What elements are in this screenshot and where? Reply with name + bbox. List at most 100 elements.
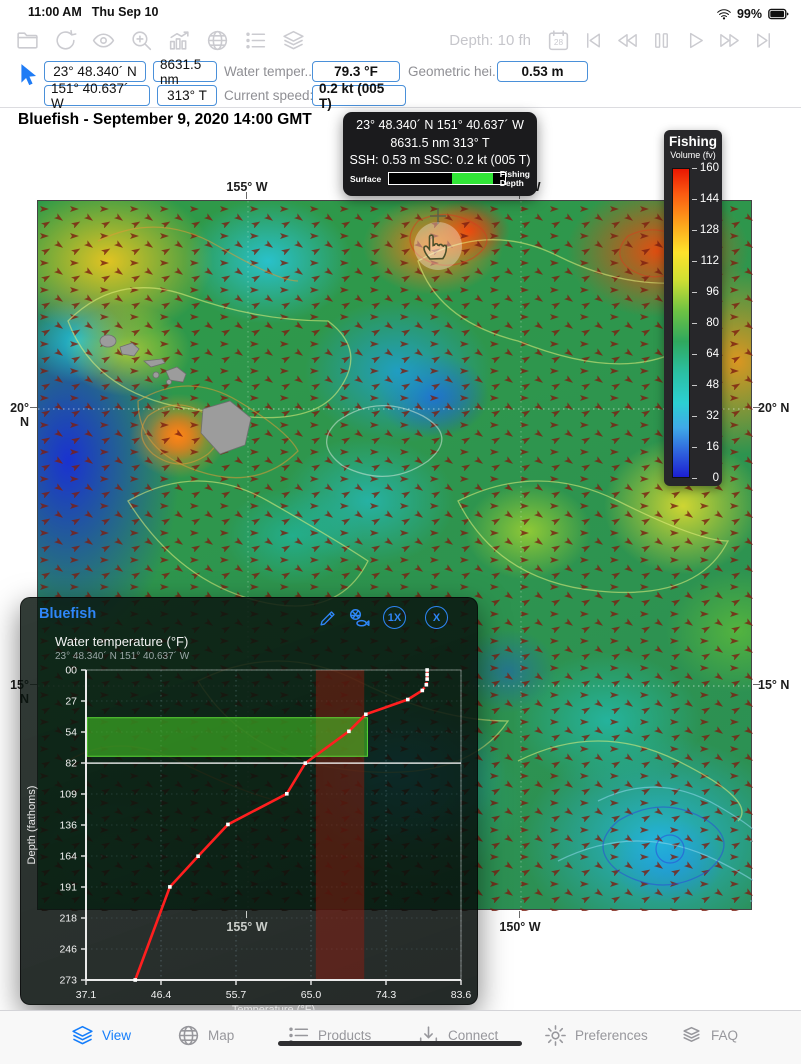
bearing-field[interactable]: 313° T bbox=[157, 85, 217, 106]
skip-end-icon[interactable] bbox=[752, 29, 775, 52]
current-speed-label: Current speed: bbox=[224, 85, 313, 106]
chart-icon[interactable] bbox=[167, 28, 192, 53]
svg-text:65.0: 65.0 bbox=[301, 989, 322, 1001]
map-tick bbox=[246, 911, 247, 918]
globe-icon[interactable] bbox=[205, 28, 230, 53]
panel-title: Bluefish bbox=[39, 606, 96, 622]
range-field[interactable]: 8631.5 nm bbox=[153, 61, 217, 82]
legend-tick-label: 32 bbox=[694, 410, 719, 422]
nav-item-preferences[interactable]: Preferences bbox=[543, 1023, 648, 1048]
svg-text:246: 246 bbox=[59, 944, 77, 956]
legend-tick-label: 80 bbox=[694, 317, 719, 329]
map-label-bottom-155w: 155° W bbox=[221, 920, 273, 934]
eye-icon[interactable] bbox=[91, 28, 116, 53]
legend-subtitle: Volume (fv) bbox=[664, 149, 722, 160]
wifi-icon bbox=[716, 6, 732, 22]
longitude-field[interactable]: 151° 40.637´ W bbox=[44, 85, 150, 106]
nav-item-view[interactable]: View bbox=[70, 1023, 131, 1048]
nav-item-label: Preferences bbox=[575, 1028, 648, 1043]
fast-forward-icon[interactable] bbox=[718, 29, 741, 52]
layers-icon[interactable] bbox=[281, 28, 306, 53]
depth-readout: Depth: 10 fh bbox=[449, 32, 531, 49]
svg-text:273: 273 bbox=[59, 975, 77, 987]
svg-text:83.6: 83.6 bbox=[451, 989, 472, 1001]
legend-tick-label: 128 bbox=[694, 224, 719, 236]
legend-tick-label: 160 bbox=[694, 162, 719, 174]
toolbar-left-icons bbox=[15, 24, 306, 56]
legend-tick-label: 64 bbox=[694, 348, 719, 360]
legend-tick-label: 96 bbox=[694, 286, 719, 298]
water-temp-label: Water temper... bbox=[224, 61, 316, 82]
page-title: Bluefish - September 9, 2020 14:00 GMT bbox=[18, 111, 312, 129]
faq-icon bbox=[679, 1023, 704, 1048]
svg-text:191: 191 bbox=[59, 882, 77, 894]
svg-text:109: 109 bbox=[59, 789, 77, 801]
svg-text:55.7: 55.7 bbox=[226, 989, 247, 1001]
skip-start-icon[interactable] bbox=[582, 29, 605, 52]
chart-coordinates: 23° 48.340´ N 151° 40.637´ W bbox=[55, 651, 189, 662]
zoom-1x-button[interactable]: 1X bbox=[383, 606, 406, 629]
info-bar: 23° 48.340´ N 8631.5 nm Water temper... … bbox=[0, 56, 801, 108]
play-icon[interactable] bbox=[684, 29, 707, 52]
toolbar-right: Depth: 10 fh 28 bbox=[449, 24, 775, 56]
clock-date: Thu Sep 10 bbox=[92, 5, 159, 19]
latitude-field[interactable]: 23° 48.340´ N bbox=[44, 61, 146, 82]
current-speed-field[interactable]: 0.2 kt (005 T) bbox=[312, 85, 406, 106]
pause-icon[interactable] bbox=[650, 29, 673, 52]
svg-text:164: 164 bbox=[59, 851, 77, 863]
bottom-nav: ViewMapProductsConnectPreferencesFAQ bbox=[0, 1010, 801, 1064]
map-tick bbox=[30, 407, 37, 408]
globe-icon bbox=[176, 1023, 201, 1048]
app-window: 11:00 AM Thu Sep 10 99% Depth: 10 fh 28 … bbox=[0, 0, 801, 1064]
fishing-volume-legend: Fishing Volume (fv) 16014412811296806448… bbox=[664, 130, 722, 486]
status-bar: 11:00 AM Thu Sep 10 99% bbox=[0, 0, 801, 24]
nav-item-faq[interactable]: FAQ bbox=[679, 1023, 738, 1048]
nav-item-map[interactable]: Map bbox=[176, 1023, 234, 1048]
rewind-icon[interactable] bbox=[616, 29, 639, 52]
water-temp-field[interactable]: 79.3 °F bbox=[312, 61, 400, 82]
tooltip-coordinates: 23° 48.340´ N 151° 40.637´ W bbox=[343, 112, 537, 135]
svg-text:46.4: 46.4 bbox=[151, 989, 172, 1001]
close-panel-button[interactable]: X bbox=[425, 606, 448, 629]
legend-tick-label: 0 bbox=[694, 472, 719, 484]
svg-text:00: 00 bbox=[65, 665, 77, 677]
fishnet-icon[interactable] bbox=[347, 607, 371, 631]
legend-tick-label: 112 bbox=[694, 255, 719, 267]
folder-icon[interactable] bbox=[15, 28, 40, 53]
temperature-depth-chart: 0027548210913616419121824627337.146.455.… bbox=[21, 664, 479, 1022]
layers-icon bbox=[70, 1023, 95, 1048]
redo-icon[interactable] bbox=[53, 28, 78, 53]
tooltip-range-bearing: 8631.5 nm 313° T bbox=[343, 135, 537, 153]
battery-icon bbox=[767, 3, 789, 25]
map-label-top-155w: 155° W bbox=[221, 180, 273, 194]
svg-text:82: 82 bbox=[65, 758, 77, 770]
legend-title: Fishing bbox=[664, 130, 722, 149]
calendar-icon[interactable]: 28 bbox=[546, 28, 571, 53]
fishing-depth-label: Fishing Depth bbox=[500, 170, 530, 188]
svg-text:37.1: 37.1 bbox=[76, 989, 97, 1001]
home-indicator[interactable] bbox=[278, 1041, 522, 1046]
geo-height-label: Geometric hei... bbox=[408, 61, 503, 82]
map-label-left-20n: 20° N bbox=[0, 401, 29, 429]
fishing-depth-range bbox=[452, 173, 494, 184]
battery-percent: 99% bbox=[737, 7, 762, 21]
nav-item-label: View bbox=[102, 1028, 131, 1043]
geo-height-field[interactable]: 0.53 m bbox=[497, 61, 588, 82]
tooltip-ssh-ssc: SSH: 0.53 m SSC: 0.2 kt (005 T) bbox=[343, 152, 537, 170]
depth-profile-panel: Bluefish 1X X Water temperature (°F) 23°… bbox=[20, 597, 478, 1005]
legend-tick-label: 144 bbox=[694, 193, 719, 205]
svg-text:28: 28 bbox=[554, 37, 564, 47]
svg-text:54: 54 bbox=[65, 727, 77, 739]
list-icon[interactable] bbox=[243, 28, 268, 53]
toolbar: Depth: 10 fh 28 bbox=[0, 24, 801, 56]
pencil-icon[interactable] bbox=[317, 607, 339, 629]
nav-item-label: FAQ bbox=[711, 1028, 738, 1043]
map-label-bottom-150w: 150° W bbox=[494, 920, 546, 934]
svg-text:Depth (fathoms): Depth (fathoms) bbox=[26, 786, 38, 865]
map-label-right-20n: 20° N bbox=[758, 401, 789, 415]
zoom-in-icon[interactable] bbox=[129, 28, 154, 53]
map-label-right-15n: 15° N bbox=[758, 678, 789, 692]
svg-text:218: 218 bbox=[59, 913, 77, 925]
svg-text:136: 136 bbox=[59, 820, 77, 832]
cursor-arrow-icon[interactable] bbox=[16, 62, 42, 88]
